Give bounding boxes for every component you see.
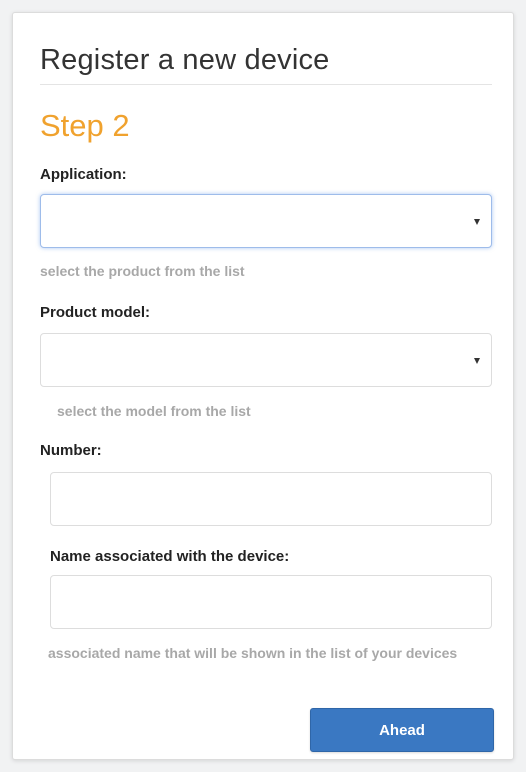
ahead-button[interactable]: Ahead <box>310 708 494 752</box>
application-select[interactable] <box>40 194 492 248</box>
dropdown-arrow-icon[interactable] <box>474 219 480 225</box>
device-name-label: Name associated with the device: <box>50 548 290 565</box>
number-input[interactable] <box>50 472 492 526</box>
product-model-select[interactable] <box>40 333 492 387</box>
product-model-label: Product model: <box>40 304 151 321</box>
page-title: Register a new device <box>40 44 330 76</box>
title-divider <box>40 84 492 85</box>
application-help-text: select the product from the list <box>40 263 245 279</box>
step-heading: Step 2 <box>40 108 130 143</box>
number-label: Number: <box>40 442 102 459</box>
device-name-input[interactable] <box>50 575 492 629</box>
dropdown-arrow-icon[interactable] <box>474 358 480 364</box>
product-model-help-text: select the model from the list <box>57 403 251 419</box>
device-name-help-text: associated name that will be shown in th… <box>48 645 458 661</box>
application-label: Application: <box>40 166 127 183</box>
